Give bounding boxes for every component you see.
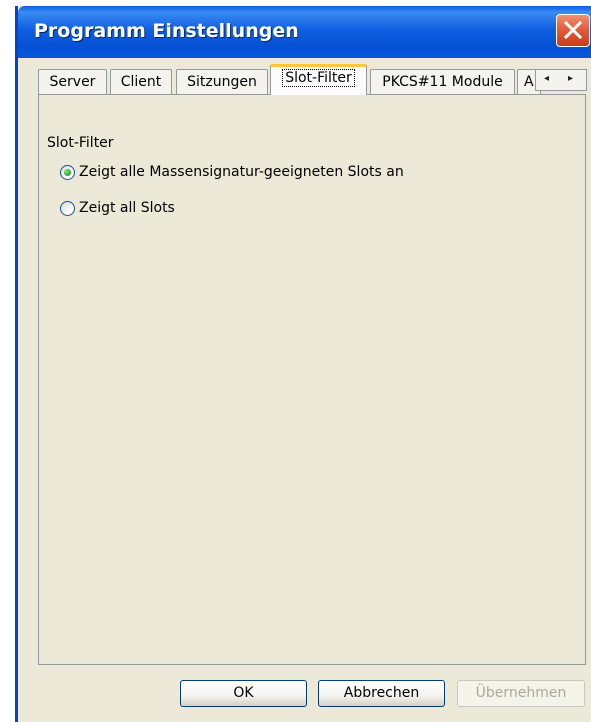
close-icon — [563, 20, 583, 40]
title-bar[interactable]: Programm Einstellungen — [18, 6, 591, 58]
tab-scroll-buttons: ◂ ▸ — [535, 69, 587, 91]
apply-button-label: Übernehmen — [475, 685, 567, 701]
radio-button[interactable] — [60, 201, 75, 216]
arrow-left-icon[interactable]: ◂ — [544, 73, 549, 84]
tab-label: Slot-Filter — [282, 69, 355, 87]
tab-sitzungen[interactable]: Sitzungen — [176, 69, 268, 94]
tab-label: Client — [120, 74, 162, 90]
tab-slot-filter[interactable]: Slot-Filter — [270, 64, 367, 95]
dialog-title: Programm Einstellungen — [34, 20, 299, 42]
close-button[interactable] — [556, 14, 590, 47]
arrow-right-icon[interactable]: ▸ — [568, 73, 573, 84]
tab-label: Server — [49, 74, 96, 90]
tab-label: PKCS#11 Module — [382, 74, 503, 90]
apply-button[interactable]: Übernehmen — [457, 680, 585, 707]
settings-dialog: Programm Einstellungen Server Client Sit… — [15, 6, 591, 722]
tab-label: A — [524, 74, 534, 90]
tab-client[interactable]: Client — [110, 69, 172, 94]
tab-pkcs11-module[interactable]: PKCS#11 Module — [370, 69, 515, 94]
radio-label: Zeigt all Slots — [79, 200, 175, 216]
ok-button[interactable]: OK — [180, 680, 307, 707]
slot-filter-group-label: Slot-Filter — [47, 135, 114, 151]
radio-selected-dot — [64, 169, 71, 176]
tab-label: Sitzungen — [187, 74, 257, 90]
cancel-button-label: Abbrechen — [343, 685, 420, 701]
dialog-body: Server Client Sitzungen Slot-Filter PKCS… — [18, 58, 591, 722]
tab-server[interactable]: Server — [38, 69, 107, 94]
cancel-button[interactable]: Abbrechen — [318, 680, 445, 707]
radio-button[interactable] — [60, 165, 75, 180]
ok-button-label: OK — [233, 685, 254, 701]
radio-label: Zeigt alle Massensignatur-geeigneten Slo… — [79, 164, 404, 180]
